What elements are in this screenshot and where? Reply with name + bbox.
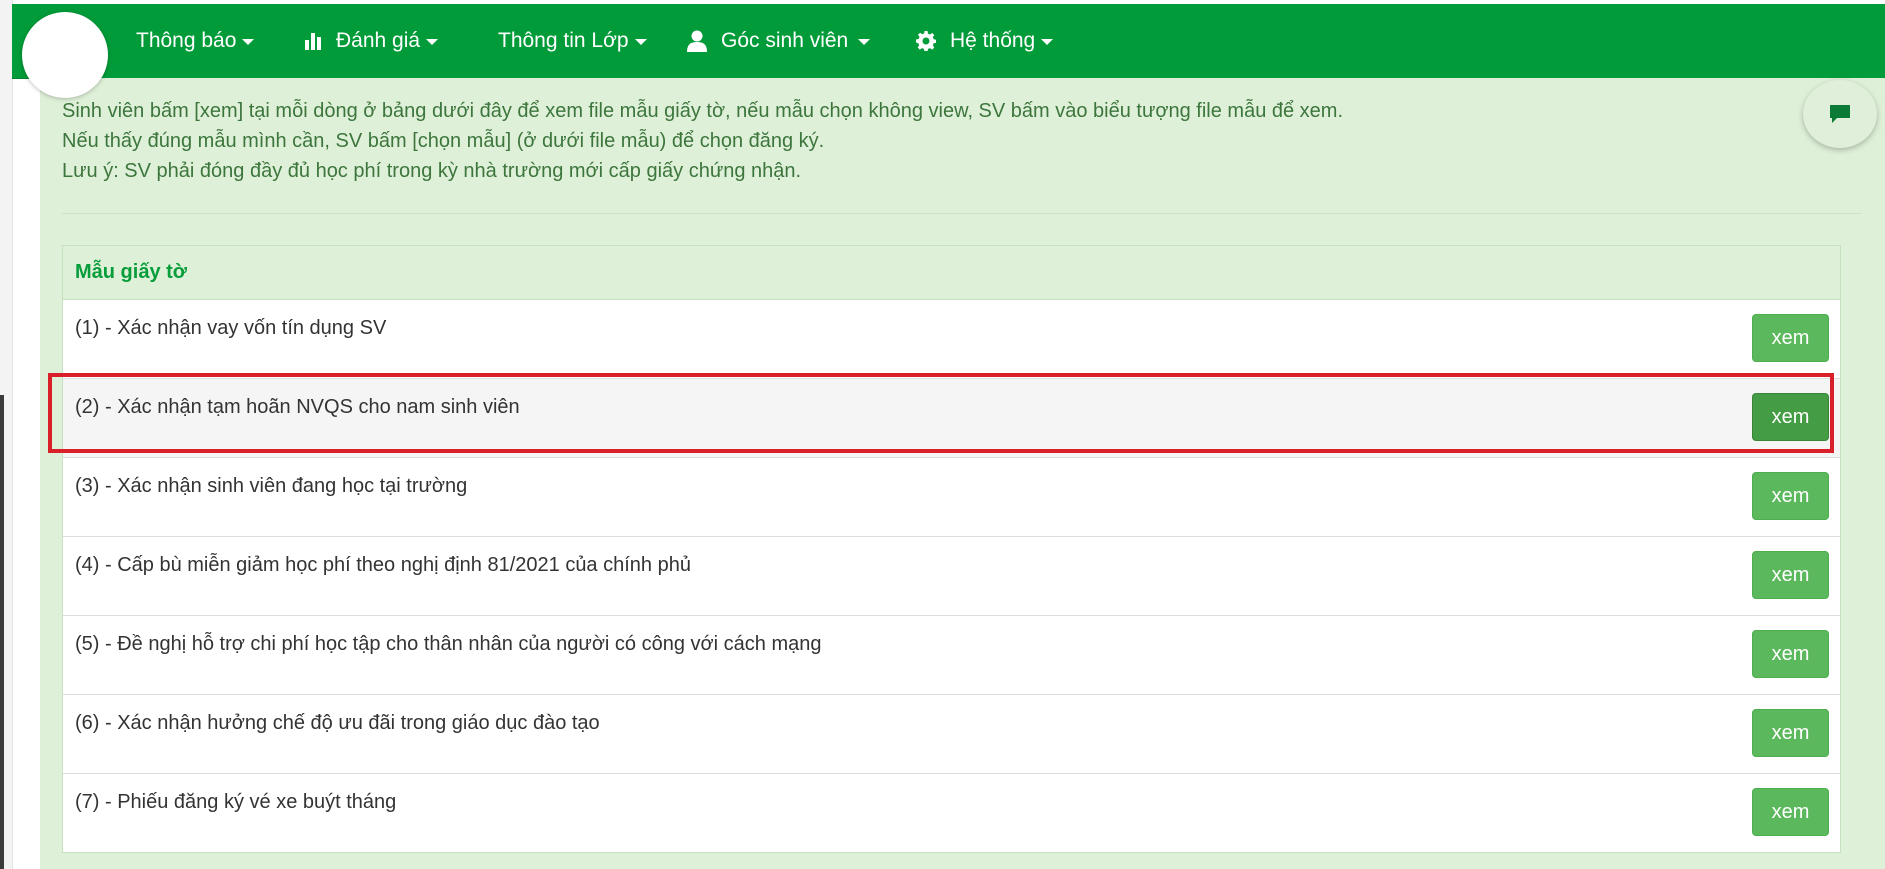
nav-danh-gia[interactable]: Đánh giá	[304, 4, 439, 78]
view-button[interactable]: xem	[1752, 709, 1829, 757]
view-button[interactable]: xem	[1752, 472, 1829, 520]
nav-goc-sinh-vien-label: Góc sinh viên	[721, 29, 849, 52]
list-item: (6) - Xác nhận hưởng chế độ ưu đãi trong…	[63, 695, 1840, 774]
view-button[interactable]: xem	[1752, 551, 1829, 599]
gear-icon	[916, 31, 936, 51]
instruction-line: Nếu thấy đúng mẫu mình cần, SV bấm [chọn…	[62, 130, 825, 152]
chevron-down-icon	[1041, 39, 1054, 45]
window-edge	[0, 395, 4, 869]
view-button[interactable]: xem	[1752, 393, 1829, 441]
list-item-label: (5) - Đề nghị hỗ trợ chi phí học tập cho…	[75, 633, 822, 655]
list-item: (4) - Cấp bù miễn giảm học phí theo nghị…	[63, 537, 1840, 616]
user-icon	[687, 30, 707, 52]
chevron-down-icon	[242, 39, 255, 45]
main-content: Sinh viên bấm [xem] tại mỗi dòng ở bảng …	[40, 78, 1885, 869]
list-item-label: (7) - Phiếu đăng ký vé xe buýt tháng	[75, 791, 397, 813]
nav-thong-bao-label: Thông báo	[136, 29, 237, 52]
instruction-line: Lưu ý: SV phải đóng đầy đủ học phí trong…	[62, 160, 802, 182]
instructions: Sinh viên bấm [xem] tại mỗi dòng ở bảng …	[62, 96, 1862, 186]
nav-thong-tin-lop-label: Thông tin Lớp	[498, 29, 629, 52]
chevron-down-icon	[858, 39, 871, 45]
list-item-label: (3) - Xác nhận sinh viên đang học tại tr…	[75, 475, 468, 497]
list-item-label: (1) - Xác nhận vay vốn tín dụng SV	[75, 317, 387, 339]
chat-button[interactable]	[1803, 80, 1877, 148]
nav-goc-sinh-vien[interactable]: Góc sinh viên	[687, 4, 871, 78]
divider	[62, 213, 1862, 214]
chevron-down-icon	[426, 39, 439, 45]
view-button[interactable]: xem	[1752, 630, 1829, 678]
chat-bubble-icon	[1829, 104, 1851, 124]
nav-thong-tin-lop[interactable]: Thông tin Lớp	[498, 4, 647, 78]
list-item: (5) - Đề nghị hỗ trợ chi phí học tập cho…	[63, 616, 1840, 695]
document-templates-panel: Mẫu giấy tờ (1) - Xác nhận vay vốn tín d…	[62, 245, 1841, 853]
list-item-label: (4) - Cấp bù miễn giảm học phí theo nghị…	[75, 554, 691, 576]
top-navbar: Thông báo Đánh giá Thông tin Lớp Góc sin…	[12, 4, 1885, 98]
list-item: (3) - Xác nhận sinh viên đang học tại tr…	[63, 458, 1840, 537]
chevron-down-icon	[634, 39, 647, 45]
list-item: (7) - Phiếu đăng ký vé xe buýt tháng xem	[63, 774, 1840, 852]
nav-danh-gia-label: Đánh giá	[336, 29, 421, 52]
nav-he-thong[interactable]: Hệ thống	[916, 4, 1054, 78]
nav-he-thong-label: Hệ thống	[950, 29, 1036, 52]
nav-thong-bao[interactable]: Thông báo	[136, 4, 255, 78]
list-item: (1) - Xác nhận vay vốn tín dụng SV xem	[63, 300, 1840, 379]
instruction-line: Sinh viên bấm [xem] tại mỗi dòng ở bảng …	[62, 100, 1344, 122]
view-button[interactable]: xem	[1752, 788, 1829, 836]
list-item: (2) - Xác nhận tạm hoãn NVQS cho nam sin…	[63, 379, 1840, 458]
list-item-label: (6) - Xác nhận hưởng chế độ ưu đãi trong…	[75, 712, 600, 734]
bar-chart-icon	[304, 31, 324, 51]
list-item-label: (2) - Xác nhận tạm hoãn NVQS cho nam sin…	[75, 396, 520, 418]
view-button[interactable]: xem	[1752, 314, 1829, 362]
panel-title: Mẫu giấy tờ	[63, 246, 1840, 300]
school-logo[interactable]	[22, 12, 108, 98]
